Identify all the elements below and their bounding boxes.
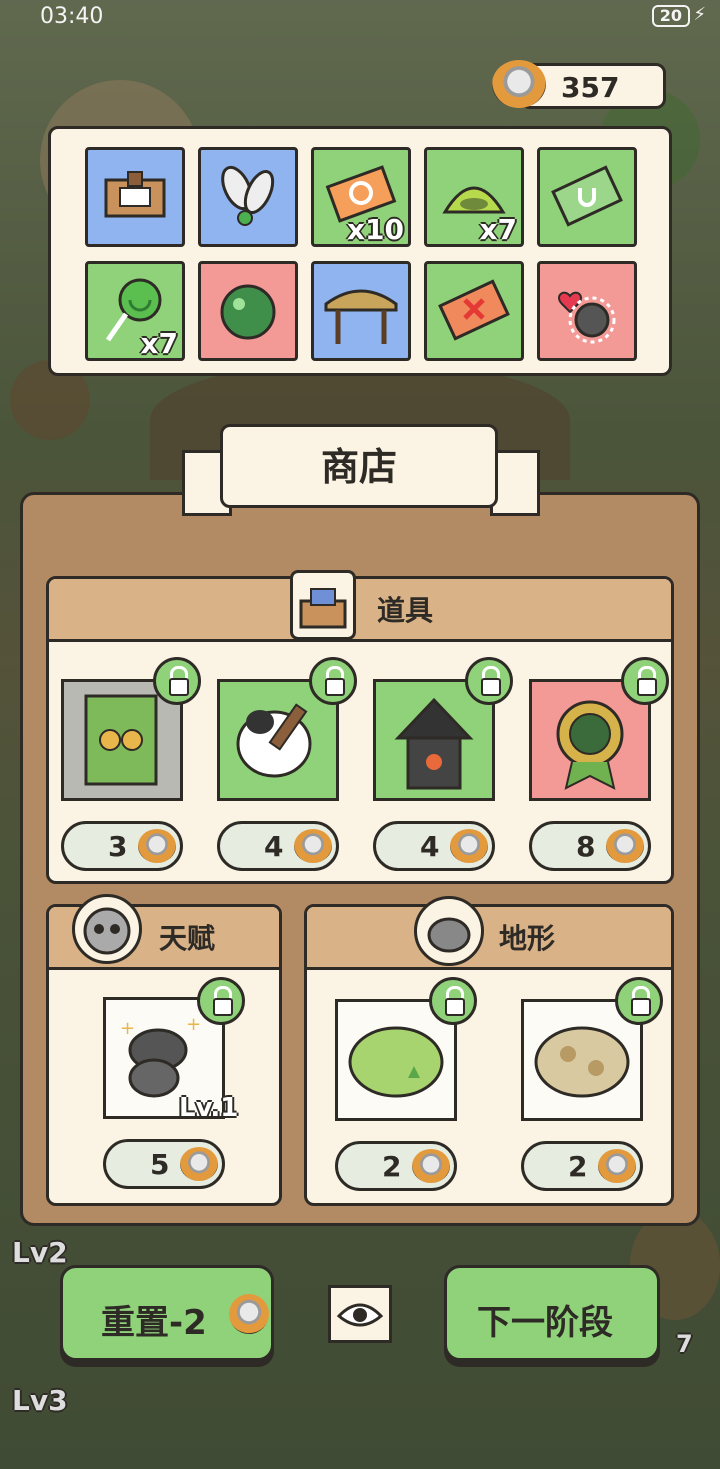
props-section-icon	[290, 570, 356, 640]
item-straw-hut[interactable]	[311, 261, 411, 361]
next-stage-button[interactable]: 下一阶段	[444, 1265, 660, 1361]
side-level-badge: Lv2	[12, 1236, 68, 1269]
item-qty: x10	[346, 213, 404, 246]
cat-food-can-icon	[450, 829, 488, 863]
item-love-mouse[interactable]	[537, 261, 637, 361]
unlock-icon[interactable]	[429, 977, 477, 1025]
love-mouse-icon	[558, 291, 616, 344]
unlock-icon[interactable]	[465, 657, 513, 705]
status-time: 03:40	[40, 4, 104, 29]
props-header: 道具	[49, 579, 671, 642]
item-green-tent[interactable]: x7	[424, 147, 524, 247]
item-leaf-pair[interactable]	[198, 147, 298, 247]
unlock-icon[interactable]	[197, 977, 245, 1025]
price-value: 8	[576, 830, 596, 863]
item-qty: x7	[140, 327, 178, 360]
green-orb-icon	[220, 284, 276, 340]
reset-button[interactable]: 重置-2	[60, 1265, 274, 1361]
price-button[interactable]: 4	[373, 821, 495, 871]
x-ticket-icon	[438, 279, 510, 341]
terrain-section: 地形 2 2	[304, 904, 674, 1206]
svg-text:+: +	[120, 1018, 135, 1039]
cat-food-can-icon	[606, 829, 644, 863]
cat-food-can-icon	[492, 60, 546, 108]
price-button[interactable]: 2	[521, 1141, 643, 1191]
props-title: 道具	[377, 594, 434, 627]
cat-food-can-icon	[138, 829, 176, 863]
unlock-icon[interactable]	[309, 657, 357, 705]
unlock-icon[interactable]	[615, 977, 663, 1025]
cat-food-can-icon	[229, 1294, 269, 1334]
status-bar: 03:40 20 ⚡	[0, 0, 720, 34]
item-qty: x7	[479, 213, 517, 246]
cat-food-can-icon	[294, 829, 332, 863]
mouse-face-icon	[72, 894, 142, 964]
box-frame-icon	[104, 171, 166, 218]
price-button[interactable]: 3	[61, 821, 183, 871]
rock-icon	[414, 896, 484, 966]
side-level-badge: Lv3	[12, 1384, 68, 1417]
leaf-pair-icon	[221, 165, 275, 226]
eye-icon	[336, 1303, 384, 1327]
item-x-ticket[interactable]	[424, 261, 524, 361]
price-value: 5	[150, 1148, 170, 1181]
item-refresh-ticket[interactable]: x10	[311, 147, 411, 247]
shop-title: 商店	[220, 424, 498, 508]
currency-value: 357	[561, 71, 620, 104]
price-button[interactable]: 4	[217, 821, 339, 871]
reset-label: 重置-2	[101, 1303, 207, 1343]
terrain-title: 地形	[499, 922, 556, 955]
charging-icon: ⚡	[693, 4, 706, 25]
price-value: 2	[382, 1150, 402, 1183]
battery-indicator: 20	[651, 5, 690, 27]
unlock-icon[interactable]	[621, 657, 669, 705]
talent-level: Lv.1	[179, 1093, 239, 1123]
basket-icon	[299, 588, 347, 629]
cat-food-can-icon	[412, 1149, 450, 1183]
svg-text:+: +	[186, 1014, 201, 1035]
item-u-ticket[interactable]	[537, 147, 637, 247]
cat-food-can-icon	[598, 1149, 636, 1183]
cat-food-can-icon	[180, 1147, 218, 1181]
u-ticket-icon	[551, 165, 623, 227]
price-value: 4	[264, 830, 284, 863]
price-button[interactable]: 5	[103, 1139, 225, 1189]
item-box-frame[interactable]	[85, 147, 185, 247]
price-button[interactable]: 8	[529, 821, 651, 871]
terrain-header: 地形	[307, 907, 671, 970]
next-stage-label: 下一阶段	[477, 1303, 613, 1343]
props-section: 道具 3 4 4 8	[46, 576, 674, 884]
toggle-view-button[interactable]	[328, 1285, 392, 1343]
price-value: 2	[568, 1150, 588, 1183]
item-lollipop[interactable]: x7	[85, 261, 185, 361]
item-green-orb[interactable]	[198, 261, 298, 361]
price-value: 3	[108, 830, 128, 863]
price-value: 4	[420, 830, 440, 863]
unlock-icon[interactable]	[153, 657, 201, 705]
talent-title: 天赋	[159, 922, 216, 955]
inventory-panel: x10 x7 x7	[48, 126, 672, 376]
side-count: 7	[676, 1330, 693, 1358]
straw-hut-icon	[324, 289, 398, 344]
price-button[interactable]: 2	[335, 1141, 457, 1191]
